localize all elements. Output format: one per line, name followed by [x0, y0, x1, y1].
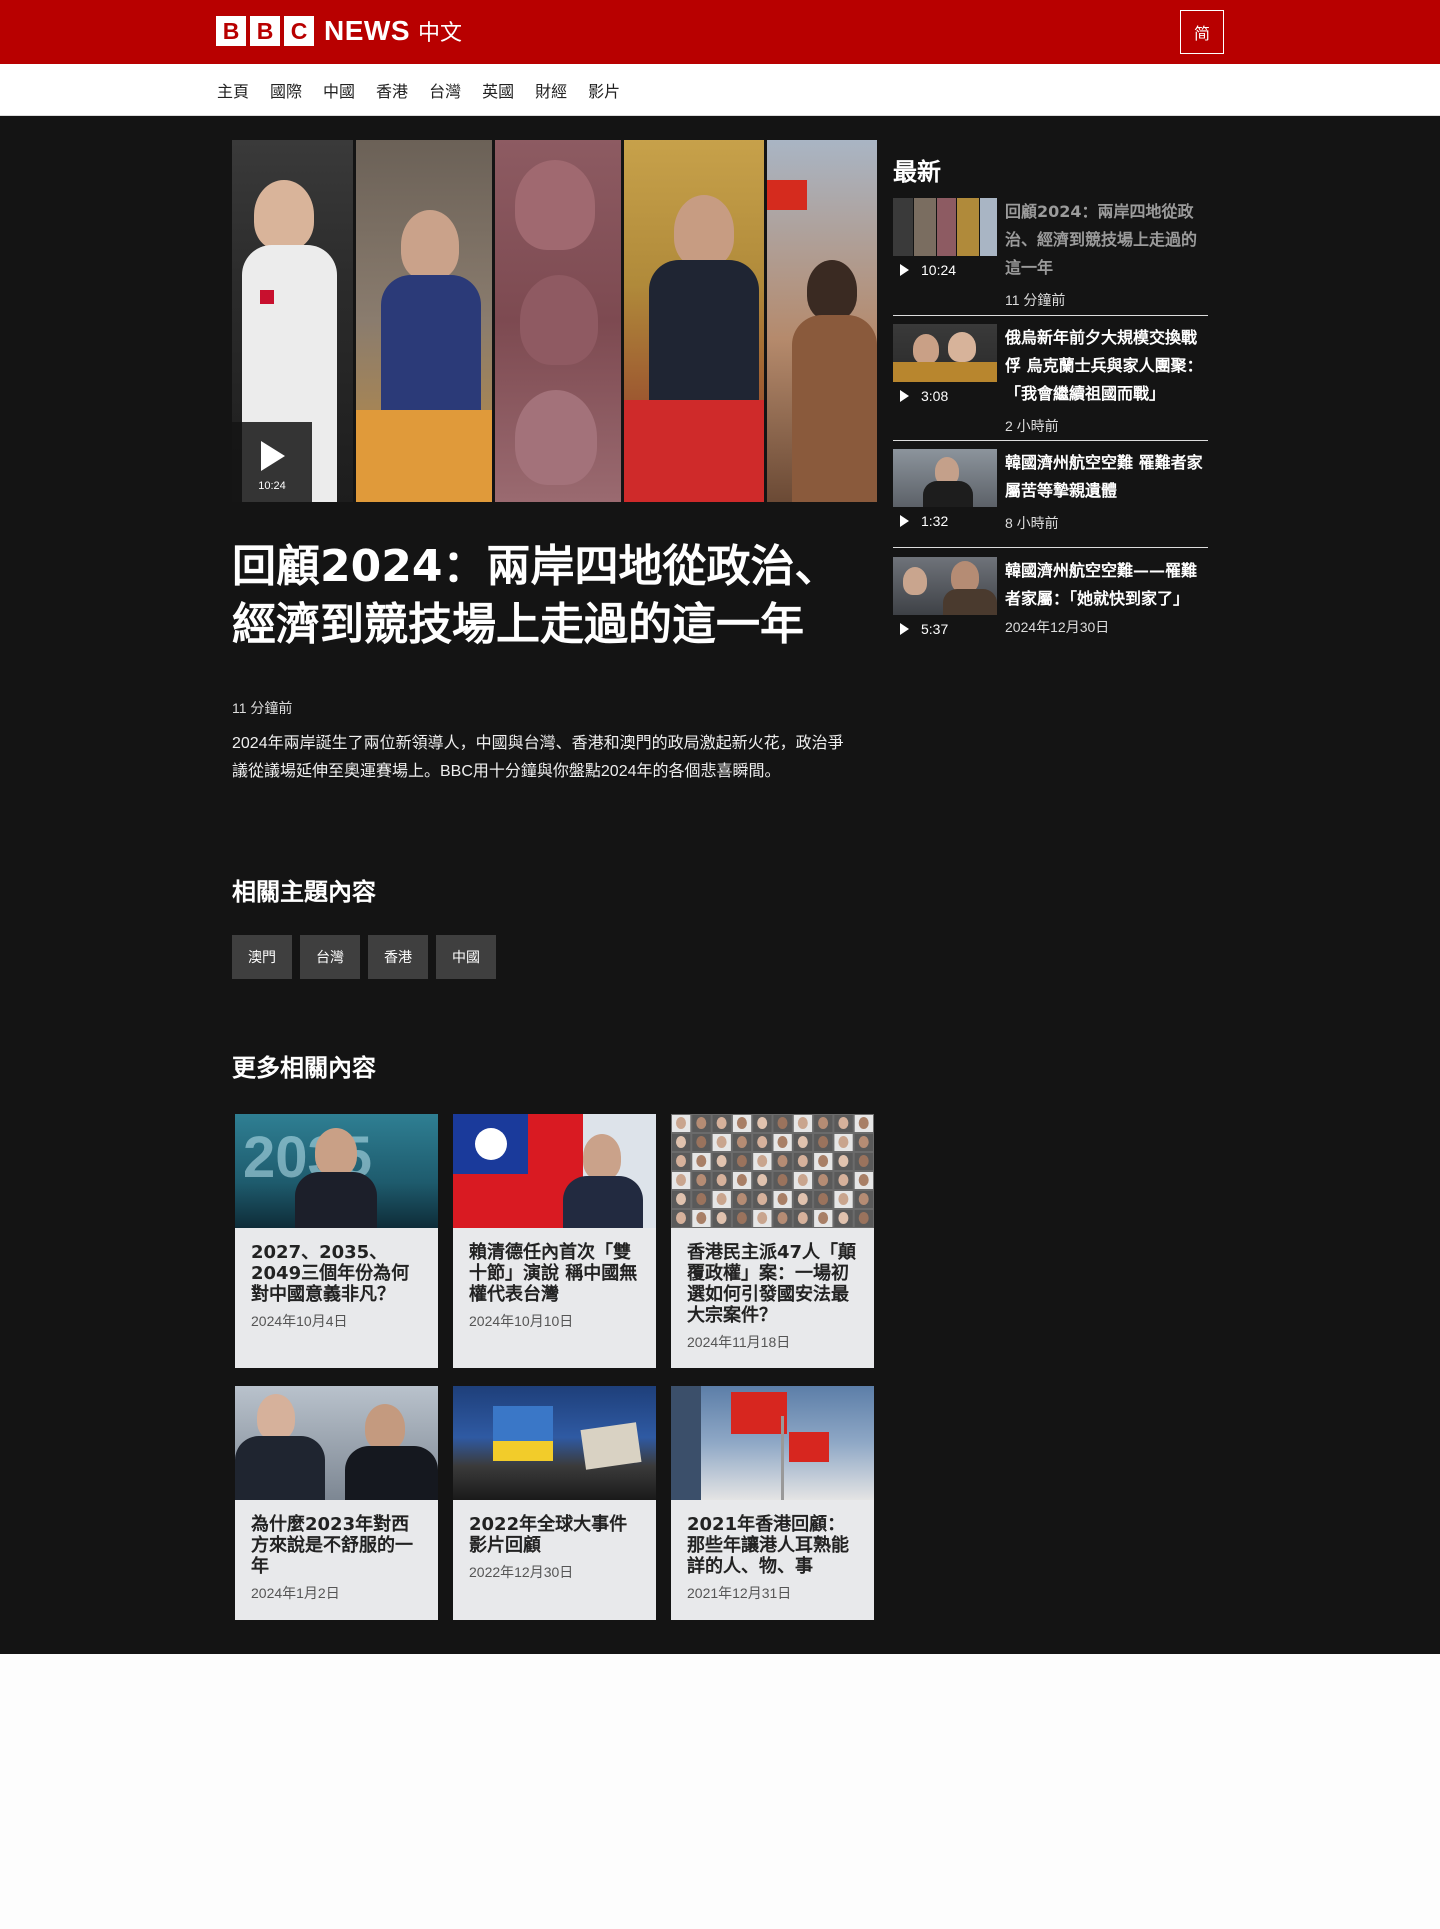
latest-item[interactable]: 10:24 回顧2024：兩岸四地從政治、經濟到競技場上走過的這一年 11 分鐘…: [893, 198, 1208, 310]
card-title: 2022年全球大事件影片回顧: [469, 1514, 628, 1556]
topic-tags: 澳門 台灣 香港 中國: [232, 935, 504, 979]
card-title: 為什麼2023年對西方來說是不舒服的一年: [251, 1514, 413, 1577]
card-date: 2021年12月31日: [687, 1585, 792, 1601]
card-date: 2024年10月10日: [469, 1313, 574, 1329]
topic-tag-china[interactable]: 中國: [436, 935, 496, 979]
logo-language: 中文: [418, 20, 463, 45]
nav-item-international[interactable]: 國際: [270, 78, 302, 102]
card-thumbnail: [235, 1386, 438, 1500]
main-nav: 主頁 國際 中國 香港 台灣 英國 財經 影片: [0, 64, 1440, 116]
card-date: 2024年10月4日: [251, 1313, 348, 1329]
nav-item-taiwan[interactable]: 台灣: [429, 78, 461, 102]
hero-summary: 2024年兩岸誕生了兩位新領導人，中國與台灣、香港和澳門的政局激起新火花，政治爭…: [232, 735, 844, 780]
hero-video-thumbnail[interactable]: [232, 140, 877, 502]
card-date: 2024年1月2日: [251, 1585, 340, 1601]
related-card[interactable]: 賴清德任內首次「雙十節」演說 稱中國無權代表台灣 2024年10月10日: [453, 1114, 656, 1368]
card-date: 2024年11月18日: [687, 1334, 791, 1350]
play-icon: [900, 390, 909, 402]
logo-letter: B: [250, 16, 280, 46]
bbc-news-logo[interactable]: B B C NEWS 中文: [216, 15, 462, 47]
simplified-chinese-toggle[interactable]: 简: [1180, 10, 1224, 54]
nav-item-home[interactable]: 主頁: [217, 78, 249, 102]
latest-duration: 1:32: [921, 513, 949, 529]
card-thumbnail: 2035: [235, 1114, 438, 1228]
play-icon: [261, 441, 285, 471]
latest-headline: 韓國濟州航空空難——罹難者家屬：「她就快到家了」: [1005, 561, 1198, 608]
latest-time: 2 小時前: [1005, 418, 1059, 434]
latest-time: 2024年12月30日: [1005, 619, 1110, 635]
topic-tag-macau[interactable]: 澳門: [232, 935, 292, 979]
hero-play-button[interactable]: 10:24: [232, 422, 312, 502]
card-date: 2022年12月30日: [469, 1564, 574, 1580]
related-card[interactable]: 2035 2027、2035、2049三個年份為何對中國意義非凡？ 2024年1…: [235, 1114, 438, 1368]
latest-item[interactable]: 5:37 韓國濟州航空空難——罹難者家屬：「她就快到家了」 2024年12月30…: [893, 557, 1208, 647]
related-topics-title: 相關主題內容: [232, 878, 376, 906]
more-related-title: 更多相關內容: [232, 1054, 376, 1082]
latest-duration: 3:08: [921, 388, 949, 404]
divider: [893, 440, 1208, 441]
hero-duration: 10:24: [258, 480, 286, 492]
collage-panel-banknotes: [495, 140, 621, 502]
latest-time: 11 分鐘前: [1005, 292, 1066, 308]
card-thumbnail: [453, 1386, 656, 1500]
related-card[interactable]: 2022年全球大事件影片回顧 2022年12月30日: [453, 1386, 656, 1620]
play-icon: [900, 623, 909, 635]
latest-thumbnail: [893, 324, 997, 382]
latest-play: 5:37: [893, 621, 948, 637]
latest-headline: 俄烏新年前夕大規模交換戰俘 烏克蘭士兵與家人團聚：「我會繼續祖國而戰」: [1005, 328, 1203, 403]
related-card[interactable]: 2021年香港回顧：那些年讓港人耳熟能詳的人、物、事 2021年12月31日: [671, 1386, 874, 1620]
divider: [893, 547, 1208, 548]
card-title: 2021年香港回顧：那些年讓港人耳熟能詳的人、物、事: [687, 1514, 849, 1577]
latest-play: 1:32: [893, 513, 948, 529]
play-icon: [900, 515, 909, 527]
card-title: 香港民主派47人「顛覆政權」案：一場初選如何引發國安法最大宗案件？: [687, 1242, 857, 1326]
collage-panel-lai: [355, 140, 493, 502]
related-card[interactable]: 香港民主派47人「顛覆政權」案：一場初選如何引發國安法最大宗案件？ 2024年1…: [671, 1114, 874, 1368]
latest-headline: 韓國濟州航空空難 罹難者家屬苦等摯親遺體: [1005, 453, 1203, 500]
play-icon: [900, 264, 909, 276]
latest-thumbnail: [893, 449, 997, 507]
latest-play: 10:24: [893, 262, 956, 278]
card-title: 賴清德任內首次「雙十節」演說 稱中國無權代表台灣: [469, 1242, 638, 1305]
latest-duration: 10:24: [921, 262, 957, 278]
logo-letter: B: [216, 16, 246, 46]
card-thumbnail: [671, 1114, 874, 1228]
latest-time: 8 小時前: [1005, 515, 1059, 531]
hero-timestamp: 11 分鐘前: [232, 700, 293, 716]
latest-play: 3:08: [893, 388, 948, 404]
portrait-grid-image: [672, 1115, 873, 1227]
topic-tag-hongkong[interactable]: 香港: [368, 935, 428, 979]
card-title: 2027、2035、2049三個年份為何對中國意義非凡？: [251, 1242, 410, 1305]
latest-thumbnail: [893, 198, 997, 256]
related-card[interactable]: 為什麼2023年對西方來說是不舒服的一年 2024年1月2日: [235, 1386, 438, 1620]
topic-tag-taiwan[interactable]: 台灣: [300, 935, 360, 979]
card-thumbnail: [453, 1114, 656, 1228]
latest-item[interactable]: 3:08 俄烏新年前夕大規模交換戰俘 烏克蘭士兵與家人團聚：「我會繼續祖國而戰」…: [893, 324, 1208, 436]
hero-headline[interactable]: 回顧2024：兩岸四地從政治、經濟到競技場上走過的這一年: [232, 538, 882, 654]
collage-panel-macau: [767, 140, 877, 502]
logo-news: NEWS: [324, 15, 410, 46]
latest-title: 最新: [893, 158, 941, 186]
collage-panel-xi: [623, 140, 765, 502]
card-thumbnail: [671, 1386, 874, 1500]
latest-thumbnail: [893, 557, 997, 615]
nav-item-video[interactable]: 影片: [588, 78, 620, 102]
latest-item[interactable]: 1:32 韓國濟州航空空難 罹難者家屬苦等摯親遺體 8 小時前: [893, 449, 1208, 539]
nav-item-china[interactable]: 中國: [323, 78, 355, 102]
latest-headline: 回顧2024：兩岸四地從政治、經濟到競技場上走過的這一年: [1005, 202, 1198, 277]
divider: [893, 315, 1208, 316]
nav-item-business[interactable]: 財經: [535, 78, 567, 102]
logo-letter: C: [284, 16, 314, 46]
nav-item-uk[interactable]: 英國: [482, 78, 514, 102]
latest-duration: 5:37: [921, 621, 949, 637]
nav-item-hongkong[interactable]: 香港: [376, 78, 408, 102]
top-bar: B B C NEWS 中文 简: [0, 0, 1440, 64]
